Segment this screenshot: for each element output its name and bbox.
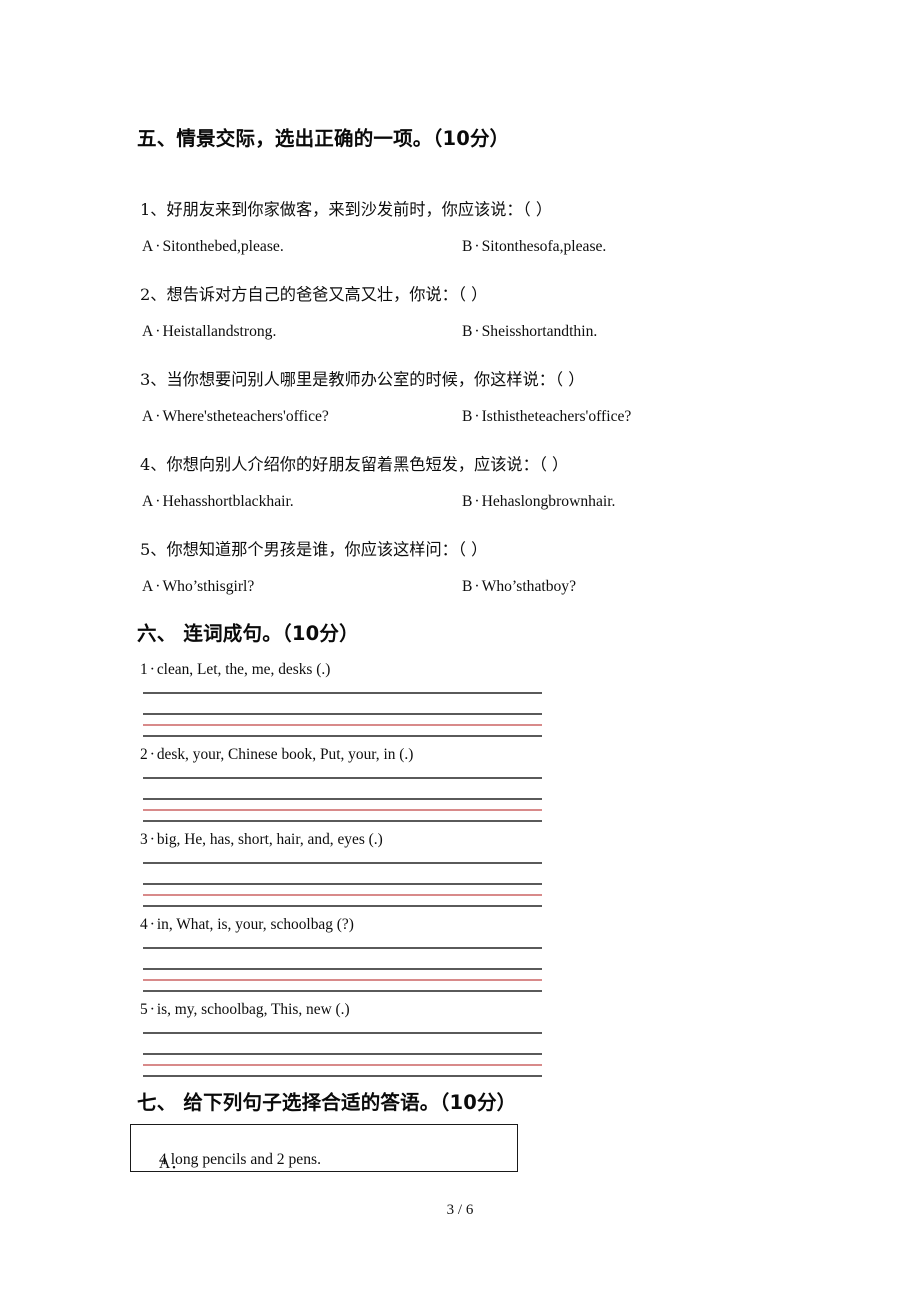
- item-separator: ·: [149, 916, 155, 933]
- writing-lines[interactable]: [143, 692, 542, 737]
- option-b[interactable]: B · Sheisshortandthin.: [462, 323, 597, 341]
- question-stem: 5、你想知道那个男孩是谁，你应该这样问：（ ）: [140, 540, 488, 559]
- word-order-item: 2 · desk, your, Chinese book, Put, your, i…: [140, 746, 413, 764]
- option-a[interactable]: A · Who’sthisgirl?: [142, 578, 254, 596]
- option-b[interactable]: B · Who’sthatboy?: [462, 578, 576, 596]
- option-b-letter: B: [462, 493, 473, 510]
- item-separator: ·: [149, 1001, 155, 1018]
- option-a-letter: A: [142, 408, 154, 425]
- option-b-text: Sheisshortandthin.: [481, 323, 598, 340]
- rule-line-top: [143, 862, 542, 864]
- option-b-text: Hehaslongbrownhair.: [481, 493, 616, 510]
- question-stem: 1、好朋友来到你家做客，来到沙发前时，你应该说：（ ）: [140, 200, 553, 219]
- item-words: desk, your, Chinese book, Put, your, in …: [156, 746, 414, 763]
- rule-line-bottom: [143, 905, 542, 907]
- word-order-item: 1 · clean, Let, the, me, desks (.): [140, 661, 330, 679]
- rule-line-baseline-red: [143, 1064, 542, 1066]
- option-a-text: Sitonthebed,please.: [162, 238, 284, 255]
- item-number: 1: [140, 661, 148, 678]
- item-words: clean, Let, the, me, desks (.): [156, 661, 331, 678]
- option-a-letter: A: [142, 578, 154, 595]
- rule-line-bottom: [143, 820, 542, 822]
- rule-line-top: [143, 947, 542, 949]
- exam-page: 五、情景交际，选出正确的一项。（10分） 1、好朋友来到你家做客，来到沙发前时，…: [0, 0, 920, 1302]
- writing-lines[interactable]: [143, 1032, 542, 1077]
- option-a-text: Hehasshortblackhair.: [162, 493, 294, 510]
- rule-line-top: [143, 1032, 542, 1034]
- option-b[interactable]: B · Hehaslongbrownhair.: [462, 493, 615, 511]
- section-heading-six: 六、 连词成句。（10分）: [137, 622, 359, 645]
- option-a-letter: A: [142, 493, 154, 510]
- option-separator: ·: [474, 578, 480, 595]
- rule-line-baseline-red: [143, 894, 542, 896]
- item-words: in, What, is, your, schoolbag (?): [156, 916, 354, 933]
- question-stem: 3、当你想要问别人哪里是教师办公室的时候，你这样说：（ ）: [140, 370, 585, 389]
- rule-line-bottom: [143, 735, 542, 737]
- writing-lines[interactable]: [143, 862, 542, 907]
- option-a-text: Where'stheteachers'office?: [162, 408, 329, 425]
- writing-lines[interactable]: [143, 777, 542, 822]
- rule-line-top: [143, 777, 542, 779]
- option-separator: ·: [474, 408, 480, 425]
- option-b[interactable]: B · Isthistheteachers'office?: [462, 408, 631, 426]
- option-a-text: Heistallandstrong.: [162, 323, 277, 340]
- option-a-letter: A: [142, 238, 154, 255]
- question-stem: 2、想告诉对方自己的爸爸又高又壮，你说：（ ）: [140, 285, 488, 304]
- writing-lines[interactable]: [143, 947, 542, 992]
- word-order-item: 4 · in, What, is, your, schoolbag (?): [140, 916, 354, 934]
- option-b-letter: B: [462, 323, 473, 340]
- rule-line-upper: [143, 713, 542, 715]
- page-number: 3 / 6: [446, 1202, 474, 1218]
- item-separator: ·: [149, 746, 155, 763]
- option-a[interactable]: A · Heistallandstrong.: [142, 323, 276, 341]
- word-order-item: 5 · is, my, schoolbag, This, new (.): [140, 1001, 350, 1019]
- option-b-letter: B: [462, 238, 473, 255]
- option-b-text: Sitonthesofa,please.: [481, 238, 607, 255]
- option-b-text: Isthistheteachers'office?: [481, 408, 632, 425]
- section-heading-seven: 七、 给下列句子选择合适的答语。（10分）: [137, 1091, 517, 1114]
- option-b-text: Who’sthatboy?: [481, 578, 577, 595]
- section-heading-five: 五、情景交际，选出正确的一项。（10分）: [137, 127, 510, 150]
- word-order-item: 3 · big, He, has, short, hair, and, eyes (…: [140, 831, 383, 849]
- option-b-letter: B: [462, 408, 473, 425]
- option-separator: ·: [474, 493, 480, 510]
- item-words: big, He, has, short, hair, and, eyes (.): [156, 831, 383, 848]
- rule-line-upper: [143, 798, 542, 800]
- answer-choice-text: 4 long pencils and 2 pens.: [159, 1151, 321, 1168]
- question-stem: 4、你想向别人介绍你的好朋友留着黑色短发，应该说：（ ）: [140, 455, 569, 474]
- option-a[interactable]: A · Hehasshortblackhair.: [142, 493, 294, 511]
- rule-line-bottom: [143, 990, 542, 992]
- item-separator: ·: [149, 661, 155, 678]
- rule-line-baseline-red: [143, 979, 542, 981]
- item-number: 5: [140, 1001, 148, 1018]
- item-separator: ·: [149, 831, 155, 848]
- option-separator: ·: [474, 323, 480, 340]
- rule-line-baseline-red: [143, 724, 542, 726]
- rule-line-bottom: [143, 1075, 542, 1077]
- option-a[interactable]: A · Sitonthebed,please.: [142, 238, 284, 256]
- option-a-text: Who’sthisgirl?: [162, 578, 255, 595]
- item-number: 3: [140, 831, 148, 848]
- item-number: 4: [140, 916, 148, 933]
- option-b[interactable]: B · Sitonthesofa,please.: [462, 238, 606, 256]
- item-number: 2: [140, 746, 148, 763]
- rule-line-upper: [143, 1053, 542, 1055]
- item-words: is, my, schoolbag, This, new (.): [156, 1001, 350, 1018]
- option-b-letter: B: [462, 578, 473, 595]
- rule-line-upper: [143, 883, 542, 885]
- option-a[interactable]: A · Where'stheteachers'office?: [142, 408, 329, 426]
- answer-choice-box[interactable]: A． 4 long pencils and 2 pens.: [130, 1124, 518, 1172]
- rule-line-top: [143, 692, 542, 694]
- rule-line-upper: [143, 968, 542, 970]
- option-separator: ·: [474, 238, 480, 255]
- rule-line-baseline-red: [143, 809, 542, 811]
- option-a-letter: A: [142, 323, 154, 340]
